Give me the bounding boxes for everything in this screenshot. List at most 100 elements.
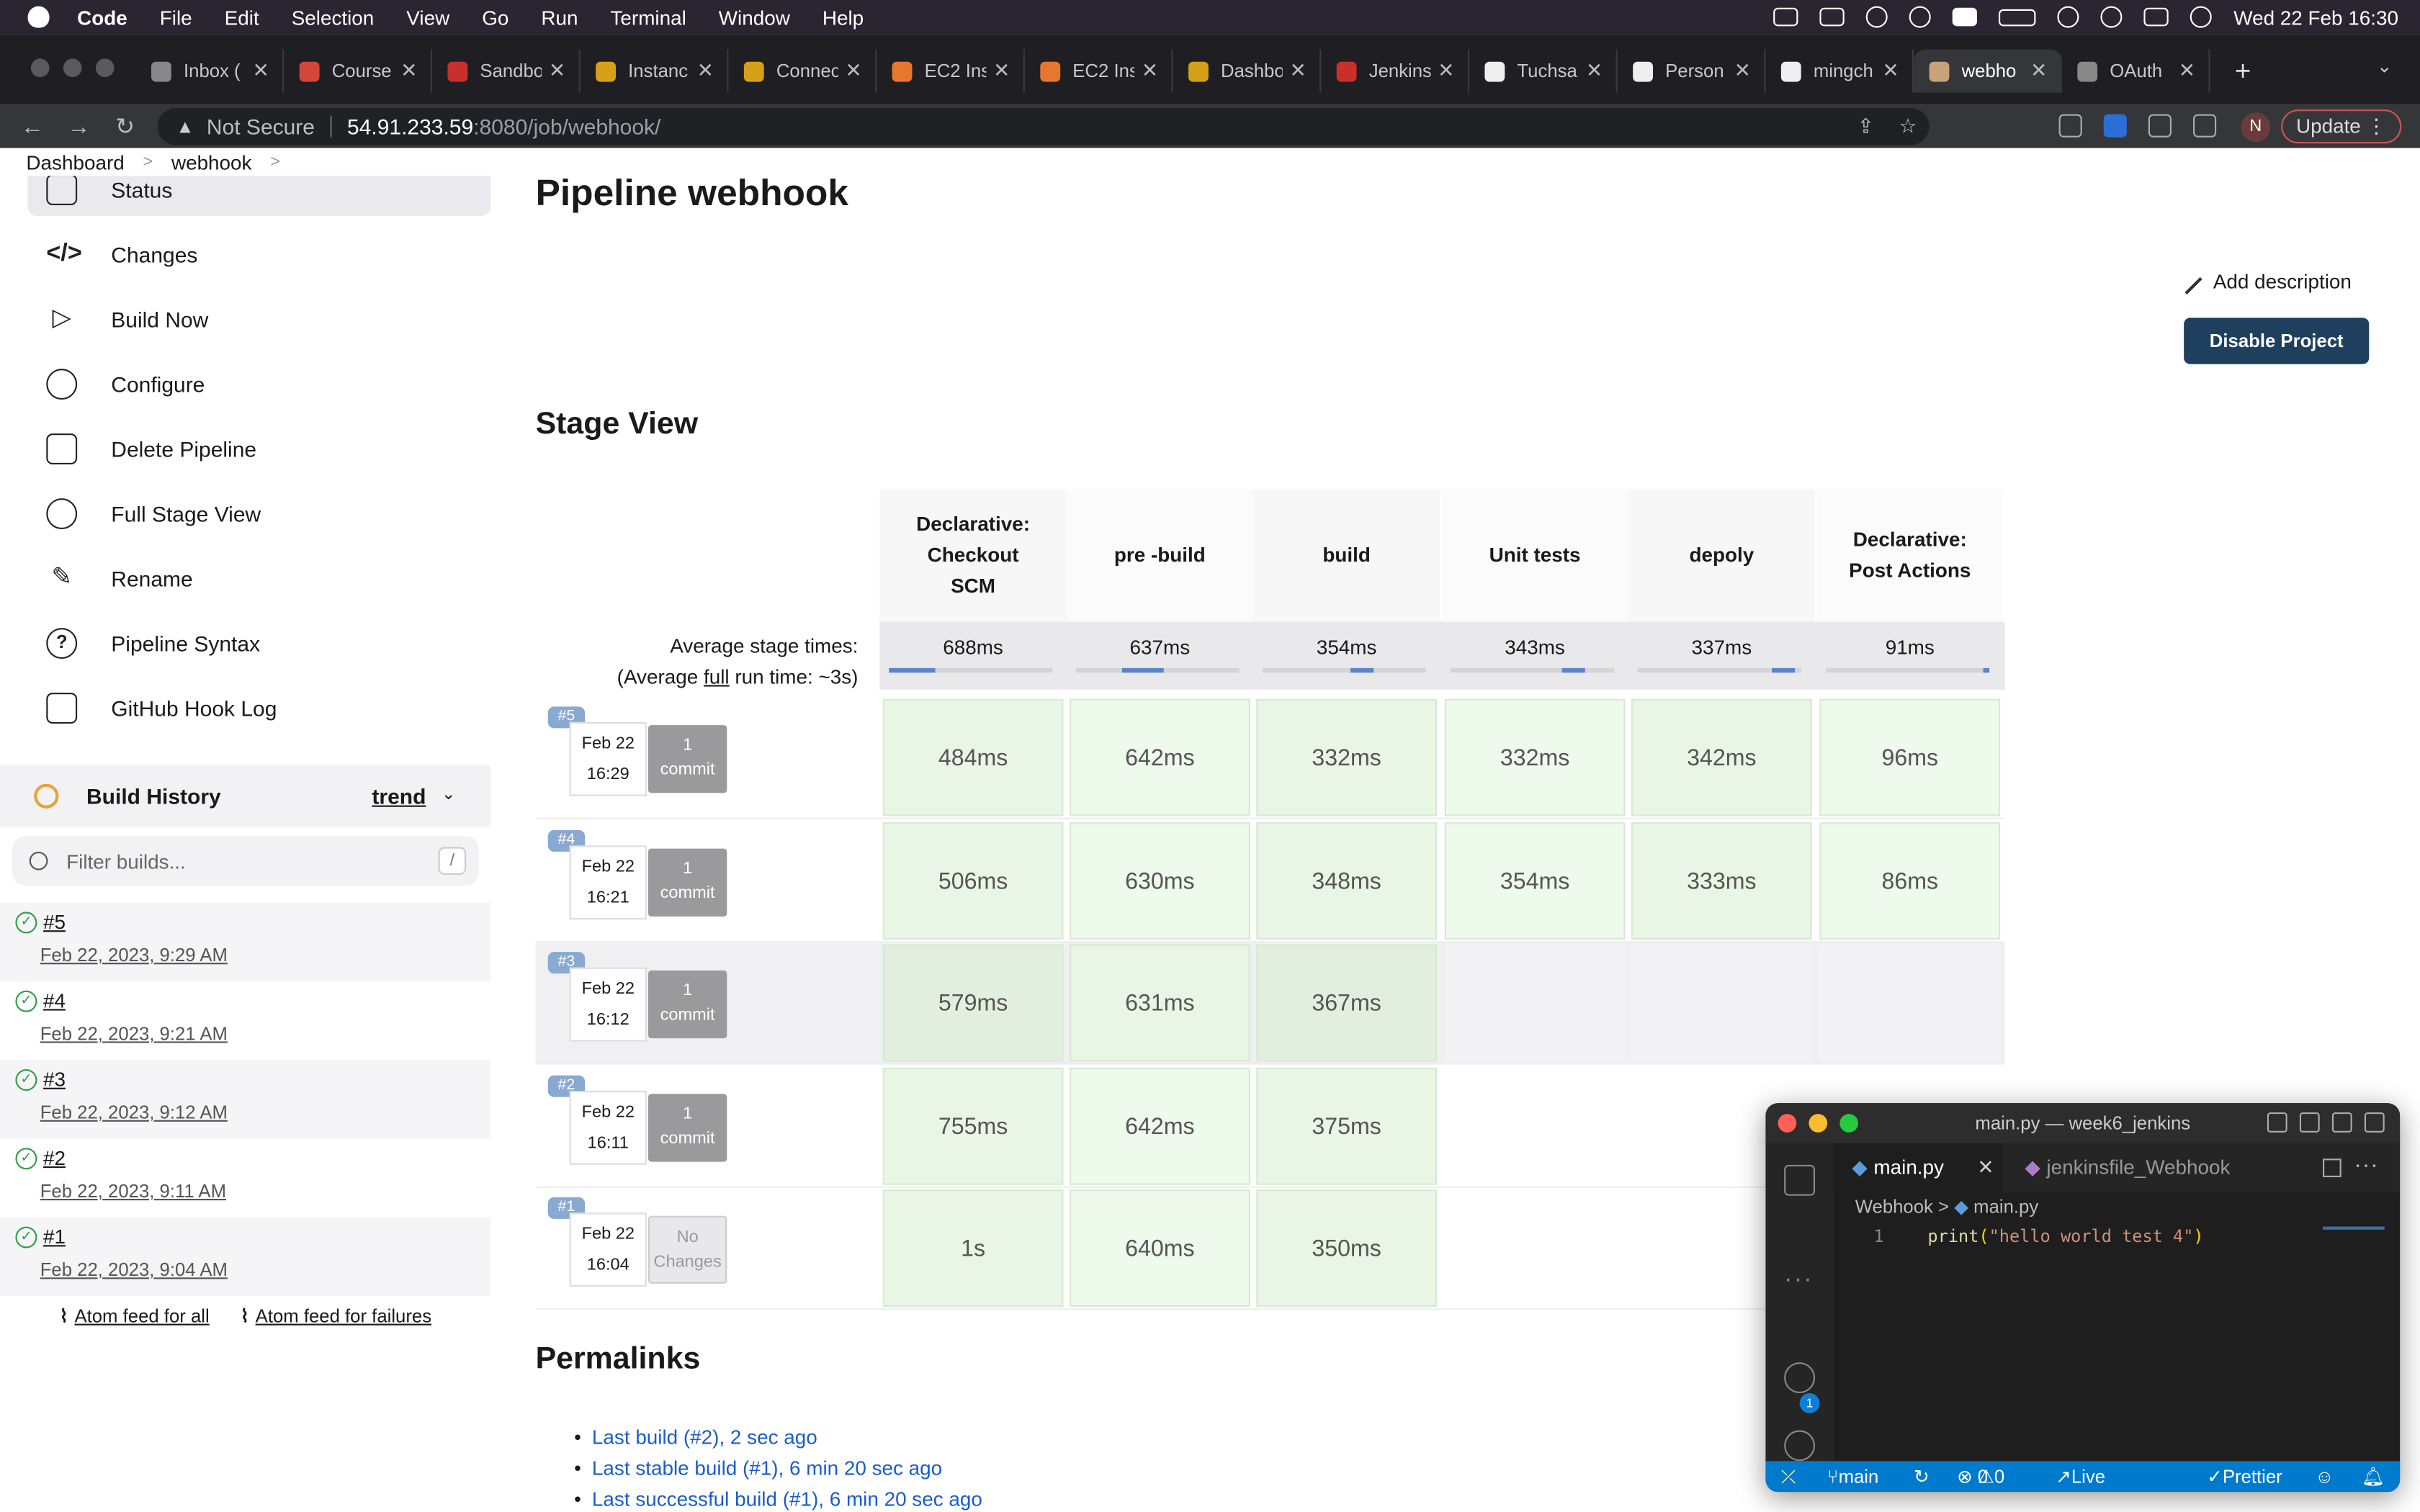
split-editor-icon[interactable] [2323, 1158, 2341, 1177]
build-date-link[interactable]: Feb 22, 2023, 9:29 AM [40, 944, 228, 966]
tab-search-icon[interactable]: ⌄ [2377, 55, 2393, 77]
spotlight-search-icon[interactable] [2100, 6, 2123, 28]
wordpress-icon[interactable] [1909, 6, 1932, 28]
crumb-folder[interactable]: Webhook [1855, 1196, 1933, 1218]
build-date-link[interactable]: Feb 22, 2023, 9:21 AM [40, 1023, 228, 1045]
menu-view[interactable]: View [406, 6, 449, 29]
puzzle-extensions-icon[interactable] [2148, 114, 2172, 138]
stage-cell[interactable]: 333ms [1631, 822, 1812, 940]
close-tab-icon[interactable]: ✕ [1585, 58, 1604, 83]
close-tab-icon[interactable]: ✕ [1437, 58, 1456, 83]
close-window-button[interactable] [1778, 1114, 1797, 1133]
close-tab-icon[interactable]: ✕ [696, 58, 714, 83]
trend-link[interactable]: trend [372, 784, 426, 809]
menu-app-name[interactable]: Code [77, 6, 127, 29]
close-tab-icon[interactable]: ✕ [1289, 58, 1307, 83]
breadcrumb-dashboard[interactable]: Dashboard [26, 150, 124, 174]
browser-tab[interactable]: Course ✕ [284, 49, 432, 93]
problems-indicator[interactable]: ⊗ 0 ⚠ 0 [1957, 1461, 2004, 1492]
close-tab-icon[interactable]: ✕ [251, 58, 270, 83]
browser-tab[interactable]: Connec ✕ [728, 49, 877, 93]
stage-cell[interactable]: 96ms [1819, 698, 2001, 816]
disable-project-button[interactable]: Disable Project [2184, 318, 2370, 364]
stage-cell[interactable]: 579ms [882, 944, 1064, 1062]
notifications-icon[interactable]: 🔔︎ [2362, 1461, 2385, 1492]
stage-cell[interactable]: 375ms [1256, 1067, 1437, 1185]
stage-cell[interactable]: 640ms [1070, 1189, 1250, 1307]
toggle-sidebar-icon[interactable] [2267, 1112, 2287, 1133]
browser-tab[interactable]: webho ✕ [1914, 49, 2062, 93]
breadcrumb-webhook[interactable]: webhook [171, 150, 252, 174]
stage-cell[interactable]: 342ms [1631, 698, 1812, 816]
warning-icon[interactable]: ▲ [176, 116, 194, 138]
stage-cell[interactable]: 354ms [1444, 822, 1626, 940]
sidebar-item-delete-pipeline[interactable]: Delete Pipeline [28, 423, 491, 475]
build-history-row[interactable]: ✓ #3 Feb 22, 2023, 9:12 AM [0, 1060, 491, 1139]
stage-cell[interactable]: 1s [882, 1189, 1064, 1307]
code-editor[interactable]: print("hello world test 4") [1927, 1227, 2203, 1247]
mute-icon[interactable] [1773, 7, 1798, 27]
keyboard-icon[interactable] [1819, 7, 1845, 27]
atom-feed-all[interactable]: ⌇ Atom feed for all [59, 1305, 209, 1327]
run-changes[interactable]: 1 commit [648, 848, 727, 917]
close-tab-icon[interactable]: ✕ [1141, 58, 1160, 83]
more-actions-icon[interactable]: ··· [2354, 1153, 2378, 1181]
tab-main-py[interactable]: ◆ main.py ✕ [1833, 1143, 2004, 1193]
run-changes[interactable]: 1 commit [648, 970, 727, 1039]
build-history-row[interactable]: ✓ #1 Feb 22, 2023, 9:04 AM [0, 1217, 491, 1296]
stage-cell[interactable]: 631ms [1070, 944, 1250, 1062]
prettier-status[interactable]: ✓ Prettier [2207, 1461, 2282, 1492]
control-center-icon[interactable] [2143, 7, 2169, 27]
close-tab-icon[interactable]: ✕ [2178, 58, 2197, 83]
close-tab-icon[interactable]: ✕ [844, 58, 863, 83]
stage-cell[interactable]: 506ms [882, 822, 1064, 940]
git-branch[interactable]: ⑂ main [1827, 1461, 1878, 1492]
stage-cell[interactable]: 755ms [882, 1067, 1064, 1185]
run-changes[interactable]: No Changes [648, 1215, 727, 1284]
wifi-icon[interactable] [2057, 6, 2079, 28]
menu-help[interactable]: Help [823, 6, 864, 29]
menu-edit[interactable]: Edit [225, 6, 259, 29]
menu-selection[interactable]: Selection [292, 6, 375, 29]
stage-cell[interactable]: 348ms [1256, 822, 1437, 940]
profile-avatar[interactable]: N [2241, 112, 2271, 143]
input-source-icon[interactable] [1953, 7, 1978, 27]
update-button[interactable]: Update ⋮ [2281, 109, 2402, 144]
build-history-row[interactable]: ✓ #2 Feb 22, 2023, 9:11 AM [0, 1138, 490, 1217]
minimize-window-button[interactable] [1809, 1114, 1828, 1133]
new-tab-icon[interactable]: + [2235, 50, 2251, 93]
explorer-icon[interactable] [1784, 1164, 1815, 1196]
browser-tab[interactable]: Jenkins ✕ [1321, 49, 1469, 93]
feedback-icon[interactable]: ☺ [2315, 1461, 2334, 1492]
build-date-link[interactable]: Feb 22, 2023, 9:11 AM [40, 1180, 226, 1202]
menu-run[interactable]: Run [541, 6, 578, 29]
permalink-last-successful-build[interactable]: Last successful build (#1), 6 min 20 sec… [574, 1484, 982, 1512]
browser-tab[interactable]: Instanc ✕ [581, 49, 729, 93]
stage-cell[interactable]: 332ms [1256, 698, 1437, 816]
build-number-link[interactable]: #5 [43, 910, 66, 933]
address-bar[interactable]: ▲ Not Secure 54.91.233.59 :8080/job/webh… [157, 108, 1930, 145]
menu-window[interactable]: Window [719, 6, 790, 29]
browser-tab[interactable]: Sandbo ✕ [432, 49, 581, 93]
browser-tab[interactable]: Dashbo ✕ [1173, 49, 1322, 93]
add-description-link[interactable]: Add description [2172, 263, 2352, 294]
siri-icon[interactable] [2190, 6, 2213, 28]
full-run-link[interactable]: full [704, 665, 730, 688]
battery-icon[interactable] [1999, 8, 2036, 26]
sidebar-item-build-now[interactable]: ▷ Build Now [28, 293, 491, 346]
menu-file[interactable]: File [160, 6, 192, 29]
close-tab-icon[interactable]: ✕ [2030, 58, 2048, 83]
sidebar-item-changes[interactable]: </> Changes [28, 228, 491, 281]
translate-extension-icon[interactable] [2103, 114, 2127, 138]
close-tab-icon[interactable]: ✕ [992, 58, 1011, 83]
play-circle-icon[interactable] [1866, 6, 1888, 28]
browser-tab[interactable]: EC2 Ins ✕ [1025, 49, 1173, 93]
back-icon[interactable]: ← [9, 114, 55, 140]
chevron-down-icon[interactable]: ⌄ [442, 784, 456, 804]
accounts-icon[interactable] [1784, 1362, 1815, 1393]
close-tab-icon[interactable]: ✕ [1977, 1143, 1994, 1193]
apple-icon[interactable] [27, 6, 50, 28]
forward-icon[interactable]: → [55, 114, 102, 140]
run-changes[interactable]: 1 commit [648, 725, 727, 793]
stage-cell[interactable]: 86ms [1819, 822, 2001, 940]
